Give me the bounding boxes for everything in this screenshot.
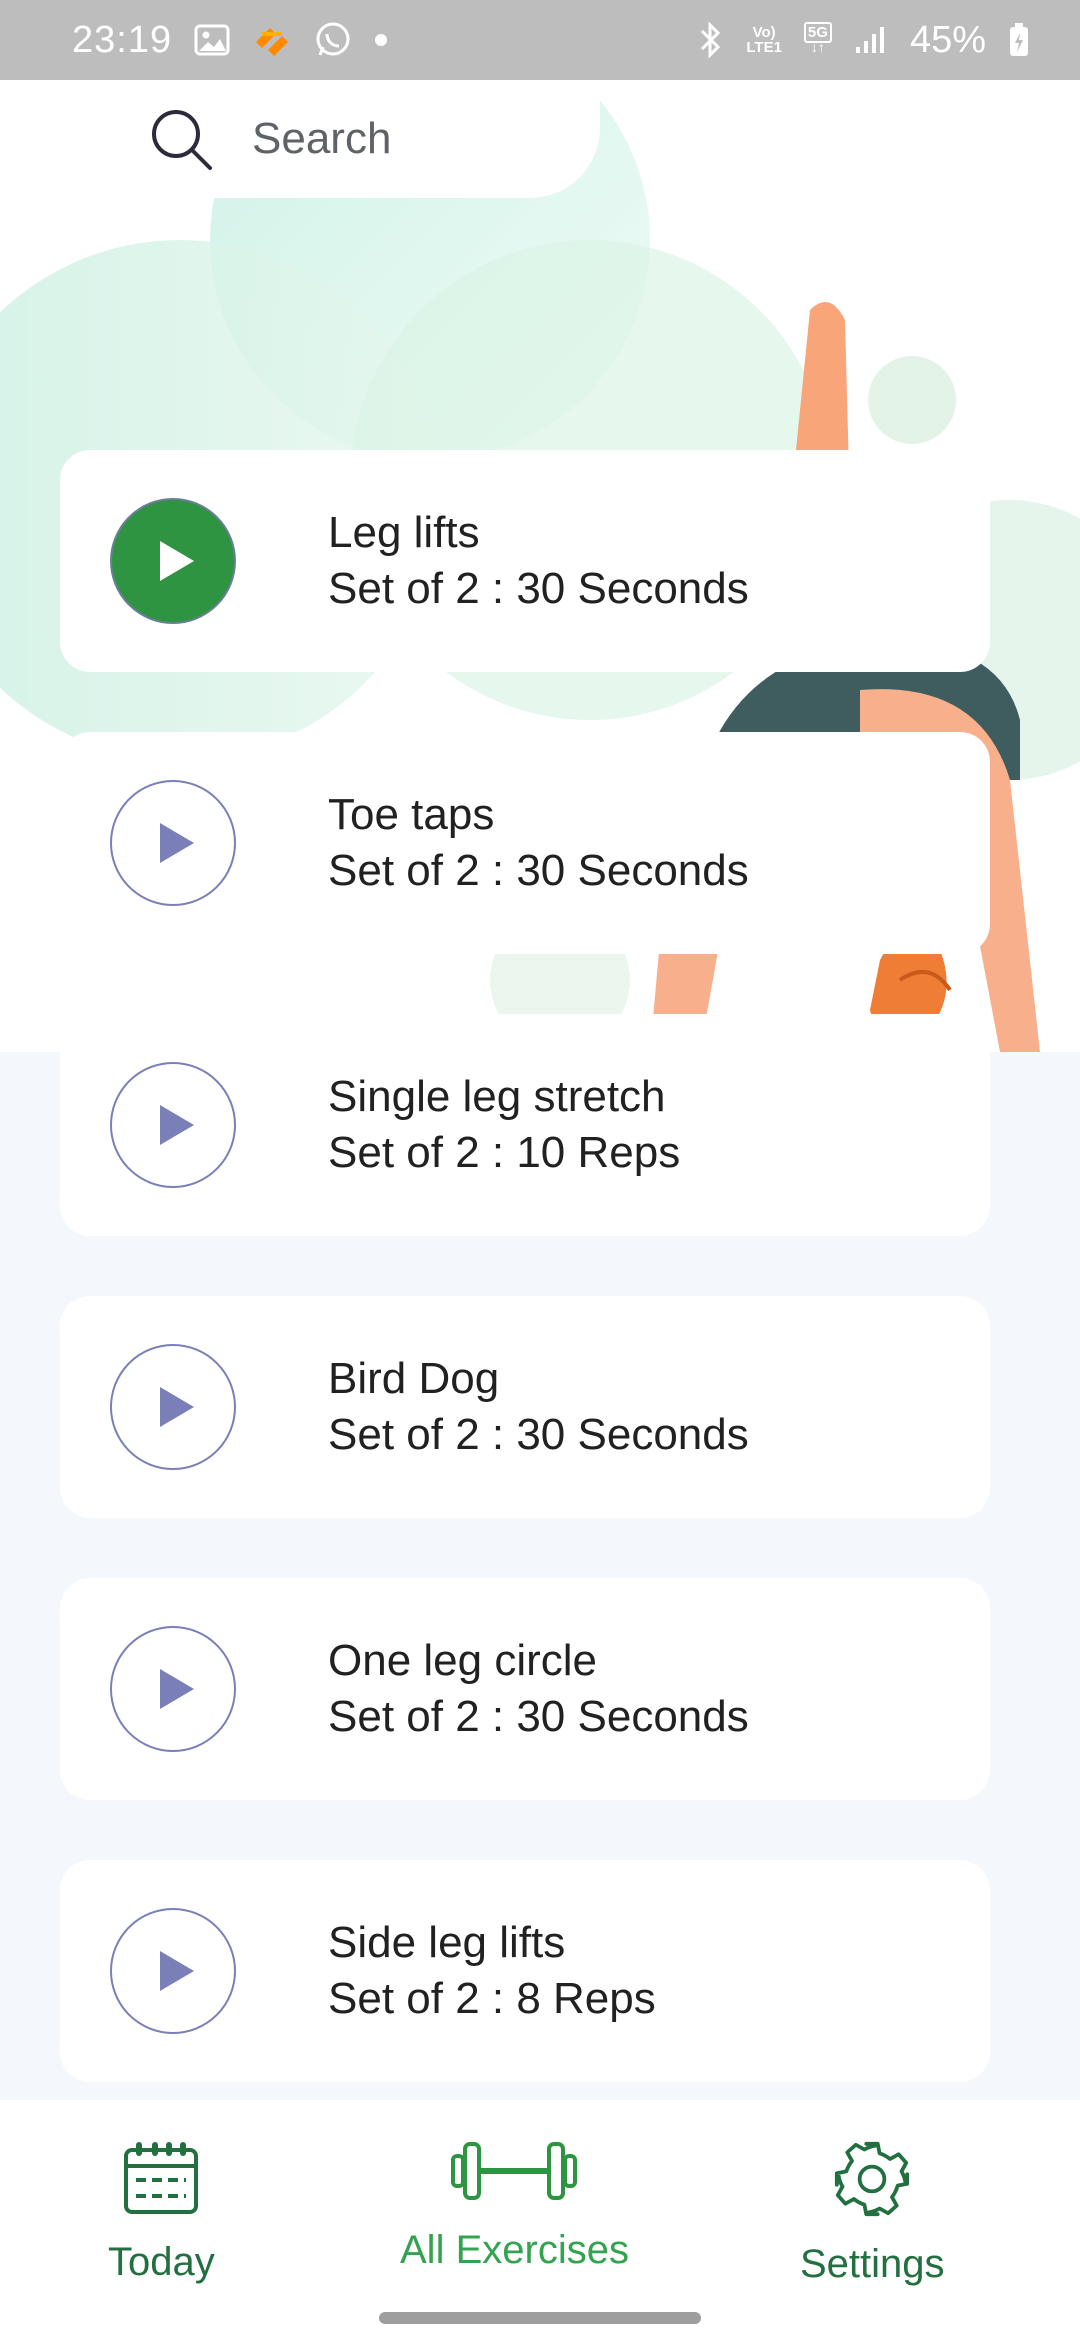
play-icon bbox=[160, 823, 194, 863]
battery-icon bbox=[1008, 22, 1030, 58]
play-button[interactable] bbox=[110, 780, 236, 906]
exercise-text: One leg circle Set of 2 : 30 Seconds bbox=[328, 1633, 749, 1745]
play-icon bbox=[160, 1105, 194, 1145]
whatsapp-icon bbox=[314, 21, 352, 59]
dumbbell-icon bbox=[451, 2142, 578, 2200]
exercise-detail: Set of 2 : 30 Seconds bbox=[328, 846, 749, 895]
exercise-text: Single leg stretch Set of 2 : 10 Reps bbox=[328, 1069, 680, 1181]
nav-label-all-exercises: All Exercises bbox=[400, 2228, 629, 2272]
nav-label-settings: Settings bbox=[800, 2242, 945, 2286]
exercise-card[interactable]: One leg circle Set of 2 : 30 Seconds bbox=[60, 1578, 990, 1800]
exercise-name: Single leg stretch bbox=[328, 1072, 666, 1121]
exercise-detail: Set of 2 : 8 Reps bbox=[328, 1974, 656, 2023]
home-indicator[interactable] bbox=[379, 2312, 701, 2324]
nav-item-today[interactable]: Today bbox=[108, 2140, 215, 2285]
5g-icon: 5G ↓↑ bbox=[803, 22, 832, 55]
gear-icon bbox=[835, 2141, 910, 2217]
exercise-card[interactable]: Single leg stretch Set of 2 : 10 Reps bbox=[60, 1014, 990, 1236]
play-icon bbox=[160, 1669, 194, 1709]
search-input[interactable] bbox=[252, 114, 572, 164]
exercise-card[interactable]: Side leg lifts Set of 2 : 8 Reps bbox=[60, 1860, 990, 2082]
exercise-name: Leg lifts bbox=[328, 508, 480, 557]
play-button[interactable] bbox=[110, 1062, 236, 1188]
exercise-detail: Set of 2 : 10 Reps bbox=[328, 1128, 681, 1177]
exercise-name: Side leg lifts bbox=[328, 1918, 566, 1967]
search-bar[interactable] bbox=[110, 80, 600, 198]
exercise-text: Side leg lifts Set of 2 : 8 Reps bbox=[328, 1915, 656, 2027]
gallery-icon bbox=[194, 24, 230, 56]
search-icon[interactable] bbox=[146, 104, 216, 174]
status-right: Vo) LTE1 5G ↓↑ 45% bbox=[698, 19, 1030, 62]
nav-item-all-exercises[interactable]: All Exercises bbox=[400, 2138, 629, 2273]
play-button[interactable] bbox=[110, 1344, 236, 1470]
exercise-text: Leg lifts Set of 2 : 30 Seconds bbox=[328, 505, 749, 617]
status-left: 23:19 bbox=[72, 19, 388, 62]
exercise-text: Toe taps Set of 2 : 30 Seconds bbox=[328, 787, 749, 899]
play-icon bbox=[160, 1951, 194, 1991]
exercise-detail: Set of 2 : 30 Seconds bbox=[328, 1692, 749, 1741]
signal-icon bbox=[854, 25, 888, 55]
status-bar: 23:19 Vo) LTE1 5G ↓↑ 45% bbox=[0, 0, 1080, 80]
exercise-name: Toe taps bbox=[328, 790, 495, 839]
app-notification-icon bbox=[252, 24, 292, 56]
play-button[interactable] bbox=[110, 1626, 236, 1752]
volte-label-bottom: LTE1 bbox=[746, 39, 782, 56]
bottom-navigation: Today All Exercises Settings bbox=[0, 2100, 1080, 2340]
play-button[interactable] bbox=[110, 1908, 236, 2034]
exercise-card[interactable]: Toe taps Set of 2 : 30 Seconds bbox=[60, 732, 990, 954]
exercise-card[interactable]: Leg lifts Set of 2 : 30 Seconds bbox=[60, 450, 990, 672]
bluetooth-icon bbox=[698, 21, 724, 59]
dot-icon bbox=[374, 33, 388, 47]
play-icon bbox=[160, 1387, 194, 1427]
exercise-name: One leg circle bbox=[328, 1636, 598, 1685]
exercise-card[interactable]: Bird Dog Set of 2 : 30 Seconds bbox=[60, 1296, 990, 1518]
status-time: 23:19 bbox=[72, 18, 173, 61]
calendar-icon bbox=[124, 2142, 199, 2214]
exercise-detail: Set of 2 : 30 Seconds bbox=[328, 564, 749, 613]
battery-percentage: 45% bbox=[909, 18, 986, 61]
play-button[interactable] bbox=[110, 498, 236, 624]
exercise-text: Bird Dog Set of 2 : 30 Seconds bbox=[328, 1351, 749, 1463]
play-icon bbox=[160, 541, 194, 581]
exercise-detail: Set of 2 : 30 Seconds bbox=[328, 1410, 749, 1459]
volte-icon: Vo) LTE1 bbox=[746, 25, 782, 55]
nav-label-today: Today bbox=[108, 2240, 215, 2284]
nav-item-settings[interactable]: Settings bbox=[800, 2140, 945, 2287]
exercise-name: Bird Dog bbox=[328, 1354, 500, 1403]
